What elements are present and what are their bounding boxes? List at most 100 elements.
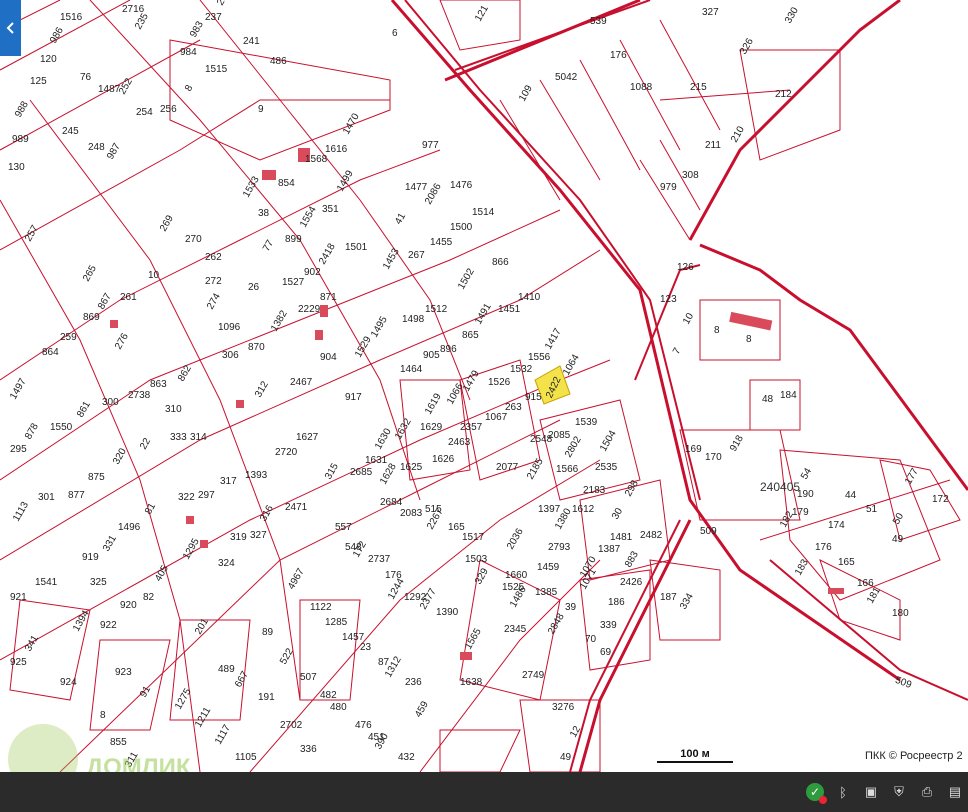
parcel-number-label: 917 <box>345 392 362 403</box>
parcel-number-label: 1496 <box>118 522 141 533</box>
parcel-number-label: 1387 <box>598 544 621 555</box>
parcel-number-label: 855 <box>110 737 127 748</box>
parcel-number-label: 324 <box>218 558 235 569</box>
parcel-number-label: 2738 <box>128 390 151 401</box>
parcel-number-label: 1464 <box>400 364 423 375</box>
parcel-number-label: 922 <box>100 620 117 631</box>
parcel-number-label: 902 <box>304 267 321 278</box>
sidebar-toggle-button[interactable] <box>0 0 21 56</box>
clipboard-icon[interactable]: ▣ <box>862 783 880 801</box>
cadastral-map[interactable]: 2422 240405 509 151698612012598898913025… <box>0 0 968 772</box>
parcel-number-label: 883 <box>623 549 641 569</box>
parcel-number-label: 301 <box>38 492 55 503</box>
parcel-number-label: 522 <box>278 646 296 666</box>
system-tray: ✓ ᛒ ▣ ⛨ ⎙ ▤ <box>806 772 968 812</box>
parcel-number-label: 1612 <box>572 504 595 515</box>
parcel-number-label: 254 <box>136 107 153 118</box>
parcel-number-label: 1500 <box>450 222 473 233</box>
parcel-number-label: 1088 <box>630 82 653 93</box>
parcel-number-label: 211 <box>705 140 721 151</box>
parcel-number-label: 1638 <box>460 677 483 688</box>
parcel-number-label: 306 <box>222 350 239 361</box>
parcel-number-label: 261 <box>120 292 137 303</box>
parcel-number-label: 919 <box>82 552 99 563</box>
parcel-number-label: 1453 <box>381 246 402 271</box>
parcel-number-label: 2685 <box>350 467 373 478</box>
parcel-number-label: 2720 <box>275 447 298 458</box>
parcel-number-label: 904 <box>320 352 337 363</box>
parcel-number-label: 1565 <box>463 626 484 651</box>
parcel-number-label: 870 <box>248 342 265 353</box>
parcel-number-label: 2467 <box>290 377 313 388</box>
parcel-number-label: 1394 <box>71 608 92 633</box>
parcel-number-label: 183 <box>793 557 811 577</box>
parcel-number-label: 896 <box>440 344 457 355</box>
parcel-number-label: 1532 <box>510 364 533 375</box>
parcel-number-label: 2702 <box>280 720 303 731</box>
parcel-number-label: 1629 <box>420 422 443 433</box>
parcel-number-label: 1512 <box>425 304 448 315</box>
parcel-number-label: 854 <box>278 178 295 189</box>
parcel-number-label: 875 <box>88 472 105 483</box>
shield-icon[interactable]: ⛨ <box>890 783 908 801</box>
parcel-number-label: 341 <box>23 633 41 653</box>
parcel-number-label: 274 <box>205 291 223 311</box>
parcel-number-label: 2418 <box>317 241 338 266</box>
security-check-icon[interactable]: ✓ <box>806 783 827 804</box>
parcel-number-label: 6 <box>392 28 398 39</box>
parcel-number-label: 30 <box>610 506 625 522</box>
parcel-number-label: 330 <box>783 5 801 25</box>
bluetooth-icon[interactable]: ᛒ <box>834 783 852 801</box>
parcel-number-label: 1514 <box>472 207 495 218</box>
parcel-number-label: 1495 <box>369 314 390 339</box>
parcel-number-label: 1459 <box>537 562 560 573</box>
parcel-number-label: 869 <box>83 312 100 323</box>
parcel-number-label: 1566 <box>556 464 579 475</box>
parcel-number-label: 1556 <box>528 352 551 363</box>
parcel-number-label: 177 <box>903 466 921 486</box>
parcel-number-label: 1498 <box>402 314 425 325</box>
road-label: 509 <box>894 675 914 691</box>
parcel-number-label: 319 <box>230 532 247 543</box>
parcel-number-label: 10 <box>681 311 696 327</box>
parcel-number-label: 329 <box>473 566 491 586</box>
parcel-number-label: 331 <box>101 533 119 553</box>
parcel-number-label: 1516 <box>60 12 83 23</box>
parcel-number-label: 1385 <box>535 587 558 598</box>
parcel-number-label: 256 <box>160 104 177 115</box>
parcel-number-label: 39 <box>565 602 577 613</box>
parcel-number-label: 7 <box>671 346 684 357</box>
parcel-number-label: 1616 <box>325 144 348 155</box>
alert-dot <box>819 796 827 804</box>
parcel-number-label: 262 <box>205 252 222 263</box>
parcel-number-label: 91 <box>138 684 153 700</box>
parcel-number-label: 557 <box>335 522 352 533</box>
parcel-number-label: 915 <box>525 392 542 403</box>
parcel-number-label: 1397 <box>538 504 561 515</box>
parcel-number-label: 1554 <box>298 204 319 229</box>
parcel-number-label: 312 <box>253 379 271 399</box>
parcel-number-label: 311 <box>123 750 141 770</box>
parcel-number-label: 236 <box>405 677 422 688</box>
parcel-number-label: 295 <box>10 444 27 455</box>
parcel-number-label: 2535 <box>595 462 618 473</box>
parcel-number-label: 316 <box>258 503 276 523</box>
parcel-number-label: 1491 <box>473 301 494 326</box>
parcel-number-label: 920 <box>120 600 137 611</box>
parcel-number-label: 325 <box>90 577 107 588</box>
parcel-number-label: 924 <box>60 677 77 688</box>
parcel-number-label: 170 <box>705 452 722 463</box>
parcel-number-label: 69 <box>600 647 612 658</box>
parcel-number-label: 269 <box>158 213 176 233</box>
parcel-number-label: 986 <box>48 25 66 45</box>
parcel-number-label: 1481 <box>610 532 633 543</box>
printer-icon[interactable]: ⎙ <box>918 783 936 801</box>
parcel-number-label: 984 <box>180 47 197 58</box>
parcel-number-label: 49 <box>892 534 904 545</box>
parcel-number-label: 297 <box>198 490 215 501</box>
parcel-number-label: 1410 <box>518 292 541 303</box>
parcel-number-label: 865 <box>462 330 479 341</box>
language-flag-icon[interactable]: ▤ <box>946 783 964 801</box>
parcel-number-label: 863 <box>150 379 167 390</box>
parcel-number-label: 184 <box>780 390 797 401</box>
